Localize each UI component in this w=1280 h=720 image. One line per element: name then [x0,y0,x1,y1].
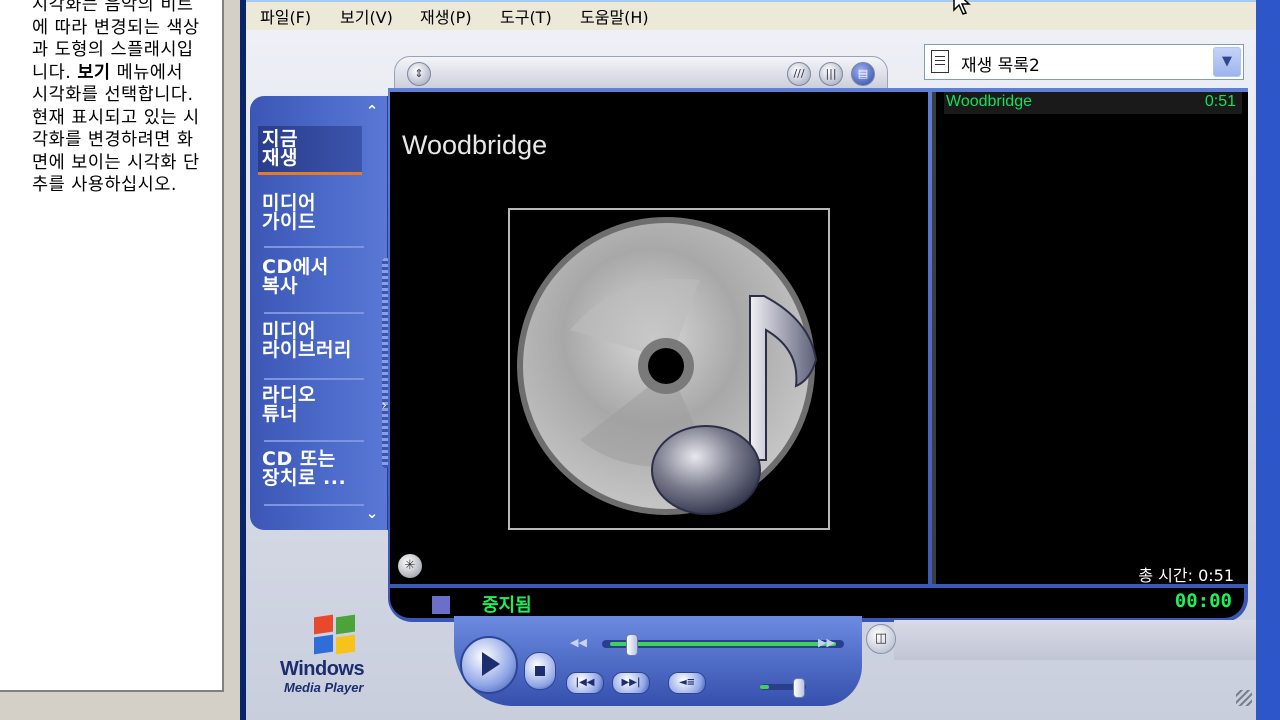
feature-taskbar: ⌃ 지금 재생 미디어 가이드 CD에서 복사 미디어 라이브러리 라디오 튜너… [250,96,390,530]
playlist-name: 재생 목록2 [961,56,1040,76]
taskbar-separator [264,378,364,380]
help-panel: 시각화는 음악의 비트 에 따라 변경되는 색상 과 도형의 스플래시입 니다.… [0,0,240,720]
taskbar-item-radio-tuner[interactable]: 라디오 튜너 [262,386,372,424]
top-control-bar: ⇕ /// ||| ▤ [394,56,888,92]
taskbar-item-media-guide[interactable]: 미디어 가이드 [262,194,372,232]
next-track-button[interactable]: ▶▶| [612,672,650,694]
taskbar-item-copy-to-cd[interactable]: CD 또는 장치로 ... [262,450,372,488]
shuffle-visual-icon[interactable]: ⇕ [407,62,431,86]
taskbar-separator [264,246,364,248]
play-button[interactable] [460,636,518,694]
fast-forward-icon[interactable]: ▶▶ [818,636,835,649]
seek-slider-fill [610,642,836,646]
taskbar-separator [264,312,364,314]
equalizer-icon[interactable]: /// [787,62,811,86]
menu-view[interactable]: 보기(V) [340,4,393,28]
taskbar-item-copy-from-cd[interactable]: CD에서 복사 [262,258,372,296]
playlist-selector[interactable]: 재생 목록2 ▼ [924,44,1244,80]
taskbar-separator [264,504,364,506]
chevron-down-icon[interactable]: ▼ [1213,47,1241,77]
taskbar-item-media-library[interactable]: 미디어 라이브러리 [262,322,372,360]
menu-tools[interactable]: 도구(T) [500,4,552,28]
playlist-row[interactable]: Woodbridge 0:51 [944,92,1242,114]
playlist-track-title: Woodbridge [946,93,1032,110]
status-bar: 중지됨 00:00 [390,588,1244,618]
menubar: 파일(F) 보기(V) 재생(P) 도구(T) 도움말(H) [246,0,1256,30]
transport-controls: |◀◀ ▶▶| ◄≡ ◀◀ ▶▶ [454,616,862,706]
rewind-icon[interactable]: ◀◀ [570,636,587,649]
taskbar-item-now-playing[interactable]: 지금 재생 [258,126,362,175]
help-bold-view: 보기 [77,62,111,83]
logo-media-player: Media Player [284,680,364,695]
volume-slider-thumb[interactable] [793,678,805,698]
media-player-window: 파일(F) 보기(V) 재생(P) 도구(T) 도움말(H) ⌃ 지금 재생 미… [246,0,1280,720]
volume-slider[interactable] [760,678,806,698]
seek-slider[interactable] [602,634,844,656]
playlist-track-duration: 0:51 [1204,93,1236,110]
help-content: 시각화는 음악의 비트 에 따라 변경되는 색상 과 도형의 스플래시입 니다.… [0,0,224,692]
menu-help[interactable]: 도움말(H) [580,4,649,28]
bottom-right-strip [894,620,1256,660]
volume-slider-fill [760,685,769,689]
elapsed-time: 00:00 [1174,590,1232,612]
now-playing-title: Woodbridge [402,130,548,160]
window-title-strip [246,0,1280,2]
graphic-eq-icon[interactable]: ||| [819,62,843,86]
window-resize-grip[interactable] [1236,690,1252,706]
playback-status: 중지됨 [482,595,532,616]
logo-windows: Windows [280,658,365,680]
stopped-state-icon [432,596,450,614]
playlist-pane: Woodbridge 0:51 총 시간: 0:51 [932,92,1248,585]
help-text: 시각화는 음악의 비트 에 따라 변경되는 색상 과 도형의 스플래시입 니다.… [32,0,200,195]
chevron-right-icon[interactable]: › [382,398,387,412]
stop-button[interactable] [524,652,556,690]
playlist-total-time: 총 시간: 0:51 [1138,566,1234,585]
taskbar-scroll-up-icon[interactable]: ⌃ [362,102,382,120]
mouse-cursor-icon [953,0,971,15]
visualization-menu-icon[interactable]: ✳ [398,554,422,578]
previous-track-button[interactable]: |◀◀ [566,672,604,694]
visualization-area: Woodbridge ✳ [390,92,928,584]
windows-media-player-logo: Windows Media Player [276,612,380,698]
switch-to-skin-mode-icon[interactable]: ◫ [866,624,896,654]
cd-music-note-icon [517,217,818,515]
menu-play[interactable]: 재생(P) [420,4,472,28]
window-right-border [1256,0,1280,720]
seek-slider-thumb[interactable] [626,634,638,656]
taskbar-scroll-down-icon[interactable]: ⌄ [362,504,382,522]
album-art [508,208,830,530]
playlist-toggle-icon[interactable]: ▤ [851,62,875,86]
menu-file[interactable]: 파일(F) [260,4,311,28]
playlist-document-icon [931,50,949,73]
taskbar-separator [264,440,364,442]
mute-button[interactable]: ◄≡ [668,672,706,694]
windows-flag-icon [314,614,356,655]
